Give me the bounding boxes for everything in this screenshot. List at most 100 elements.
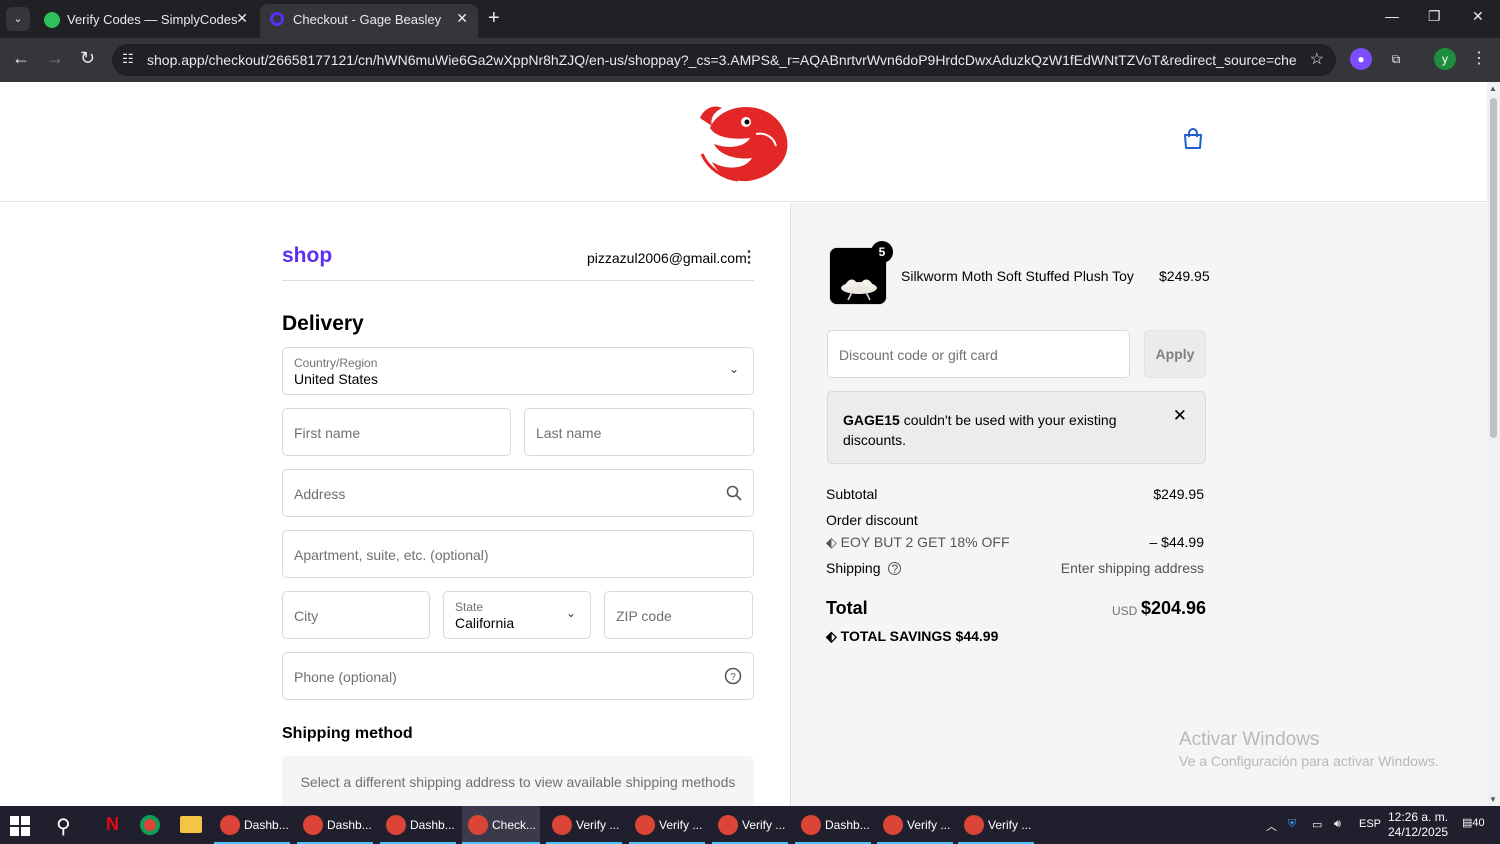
address-field[interactable]: Address [282, 469, 754, 517]
language-indicator[interactable]: ESP [1359, 818, 1381, 830]
chrome-icon [386, 815, 406, 835]
tab-title: Verify Codes — SimplyCodes [67, 12, 238, 27]
taskbar-item[interactable]: Verify ... [877, 806, 953, 844]
windows-start-icon[interactable] [10, 816, 30, 836]
extension-icon[interactable]: ● [1350, 48, 1372, 70]
order-summary-column: 5 Silkworm Moth Soft Stuffed Plush Toy $… [790, 203, 1487, 806]
close-icon[interactable]: ✕ [1173, 406, 1187, 426]
chevron-up-icon[interactable]: ︿ [1266, 818, 1277, 834]
taskbar-item-label: Verify ... [576, 818, 620, 832]
bookmark-star-icon[interactable]: ☆ [1310, 49, 1324, 69]
browser-menu-icon[interactable]: ⋮ [1468, 48, 1490, 70]
notification-center-icon[interactable]: ▤40 [1462, 816, 1485, 829]
extensions-puzzle-icon[interactable]: ⧉ [1385, 48, 1407, 70]
taskbar-item[interactable]: Dashb... [380, 806, 456, 844]
tag-icon: ⬖ [826, 628, 837, 644]
shipping-row: Shipping ? [826, 560, 902, 576]
discount-code-input[interactable]: Discount code or gift card [827, 330, 1130, 378]
tab-verify-codes[interactable]: Verify Codes — SimplyCodes ✕ [34, 4, 258, 38]
apartment-field[interactable]: Apartment, suite, etc. (optional) [282, 530, 754, 578]
netflix-icon[interactable]: N [106, 814, 119, 835]
apply-discount-button[interactable]: Apply [1144, 330, 1206, 378]
browser-toolbar: ← → ↻ ☷ shop.app/checkout/26658177121/cn… [0, 38, 1500, 82]
alert-message: GAGE15 couldn't be used with your existi… [843, 410, 1143, 450]
volume-icon[interactable]: 🔊︎ [1334, 818, 1341, 831]
zip-placeholder: ZIP code [616, 608, 672, 624]
taskbar-item[interactable]: Dashb... [214, 806, 290, 844]
taskbar-item[interactable]: Dashb... [795, 806, 871, 844]
discount-name: EOY BUT 2 GET 18% OFF [840, 534, 1010, 550]
product-name: Silkworm Moth Soft Stuffed Plush Toy [901, 268, 1134, 284]
chrome-icon [303, 815, 323, 835]
close-window-button[interactable]: ✕ [1472, 8, 1484, 25]
scroll-down-icon[interactable]: ▼ [1489, 795, 1497, 804]
chrome-icon [552, 815, 572, 835]
profile-avatar[interactable]: y [1434, 48, 1456, 70]
quantity-badge: 5 [871, 241, 893, 263]
taskbar-item-label: Verify ... [742, 818, 786, 832]
chrome-icon[interactable] [140, 815, 160, 835]
country-label: Country/Region [294, 356, 378, 370]
taskbar-item-label: Verify ... [988, 818, 1032, 832]
city-field[interactable]: City [282, 591, 430, 639]
country-select[interactable]: Country/Region United States ⌄ [282, 347, 754, 395]
last-name-field[interactable]: Last name [524, 408, 754, 456]
account-menu-icon[interactable]: ⋮ [741, 247, 757, 267]
chrome-icon [964, 815, 984, 835]
taskbar-item[interactable]: Verify ... [712, 806, 788, 844]
gage-beasley-logo[interactable] [690, 98, 798, 184]
taskbar-item-active[interactable]: Check... [462, 806, 540, 844]
taskbar-item[interactable]: Verify ... [546, 806, 622, 844]
taskbar-item-label: Dashb... [410, 818, 455, 832]
state-label: State [455, 600, 484, 614]
security-shield-icon[interactable]: ⛨ [1288, 818, 1296, 831]
restore-button[interactable]: ❐ [1428, 8, 1441, 25]
shopping-bag-icon[interactable] [1182, 128, 1204, 150]
help-circle-icon[interactable]: ? [724, 667, 742, 685]
page-scrollbar[interactable]: ▲ ▼ [1487, 82, 1500, 806]
taskbar-item[interactable]: Verify ... [958, 806, 1034, 844]
tab-search-button[interactable]: ⌄ [6, 7, 30, 31]
address-bar[interactable]: ☷ shop.app/checkout/26658177121/cn/hWN6m… [112, 44, 1336, 76]
help-circle-icon[interactable]: ? [888, 562, 902, 575]
close-tab-icon[interactable]: ✕ [456, 10, 468, 27]
phone-field[interactable]: Phone (optional) ? [282, 652, 754, 700]
state-value: California [455, 615, 515, 631]
file-explorer-icon[interactable] [180, 816, 202, 833]
scrollbar-thumb[interactable] [1490, 98, 1497, 438]
state-select[interactable]: State California ⌄ [443, 591, 591, 639]
new-tab-button[interactable]: + [488, 7, 500, 30]
network-icon[interactable]: ▭ [1312, 818, 1322, 831]
first-name-placeholder: First name [294, 425, 361, 441]
back-button[interactable]: ← [12, 48, 30, 69]
taskbar-item-label: Dashb... [244, 818, 289, 832]
address-placeholder: Address [294, 486, 346, 502]
city-placeholder: City [294, 608, 319, 624]
site-info-icon[interactable]: ☷ [122, 51, 134, 67]
last-name-placeholder: Last name [536, 425, 602, 441]
taskbar-item-label: Verify ... [907, 818, 951, 832]
system-clock[interactable]: 12:26 a. m. 24/12/2025 [1388, 810, 1448, 840]
reload-button[interactable]: ↻ [80, 48, 95, 69]
taskbar-item[interactable]: Dashb... [297, 806, 373, 844]
shipping-method-message: Select a different shipping address to v… [300, 774, 736, 790]
scroll-up-icon[interactable]: ▲ [1489, 84, 1497, 93]
divider [282, 280, 754, 281]
search-icon[interactable]: ⚲ [56, 814, 71, 839]
tab-checkout[interactable]: Checkout - Gage Beasley ✕ [260, 4, 478, 38]
forward-button[interactable]: → [46, 48, 64, 69]
tag-icon: ⬖ [826, 534, 837, 550]
minimize-button[interactable]: — [1385, 8, 1399, 24]
zip-field[interactable]: ZIP code [604, 591, 753, 639]
clock-date: 24/12/2025 [1388, 825, 1449, 839]
clock-time: 12:26 a. m. [1388, 810, 1449, 824]
taskbar-item[interactable]: Verify ... [629, 806, 705, 844]
taskbar-item-label: Dashb... [825, 818, 870, 832]
checkout-form-column: shop pizzazul2006@gmail.com ⋮ Delivery C… [0, 203, 790, 806]
windows-taskbar: ⚲ N Dashb... Dashb... Dashb... Check... … [0, 806, 1500, 844]
first-name-field[interactable]: First name [282, 408, 511, 456]
close-tab-icon[interactable]: ✕ [236, 10, 248, 27]
tab-title: Checkout - Gage Beasley [293, 12, 442, 27]
tab-strip: ⌄ Verify Codes — SimplyCodes ✕ Checkout … [0, 0, 1500, 38]
svg-text:?: ? [730, 672, 736, 683]
